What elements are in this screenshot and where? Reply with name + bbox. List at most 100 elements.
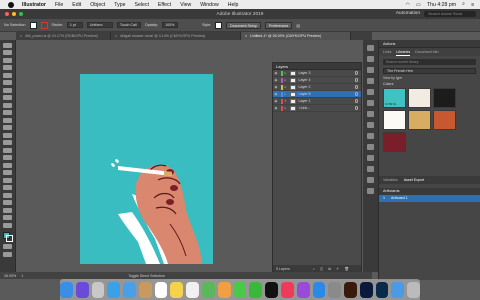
paintbrush-tool-icon[interactable] (3, 95, 12, 100)
layer-row[interactable]: ◉ ▾ Layer 1 (273, 98, 361, 105)
brush-select[interactable]: Touch Call (116, 22, 141, 28)
tab-libraries[interactable]: Libraries (396, 48, 411, 56)
stroke-profile-select[interactable]: Uniform (86, 22, 113, 28)
menu-object[interactable]: Object (90, 2, 105, 8)
rectangle-tool-icon[interactable] (3, 87, 12, 93)
dock-trash-icon[interactable] (407, 281, 420, 298)
target-circle-icon[interactable] (354, 99, 358, 103)
opacity-field[interactable]: 100% (162, 22, 179, 28)
dock-maps-icon[interactable] (202, 281, 215, 298)
menu-help[interactable]: Help (228, 2, 239, 8)
view-by-select[interactable]: View by type (383, 76, 476, 80)
eraser-tool-icon[interactable] (3, 110, 12, 115)
workspace-switcher[interactable]: Automation (396, 11, 420, 16)
align-panel-icon[interactable] (367, 144, 374, 150)
curvature-tool-icon[interactable] (3, 65, 12, 70)
colors-section-label[interactable]: Colors (383, 82, 476, 86)
artboards-title[interactable]: Artboards (379, 188, 480, 195)
menu-type[interactable]: Type (114, 2, 125, 8)
dock-messages-icon[interactable] (233, 281, 247, 298)
selection-tool-icon[interactable] (3, 42, 12, 48)
symbols-panel-icon[interactable] (367, 78, 374, 84)
zoom-select[interactable]: 26.93% (4, 274, 16, 278)
mesh-tool-icon[interactable] (3, 162, 12, 168)
swatches-panel-icon[interactable] (367, 56, 374, 62)
artboard[interactable] (80, 74, 213, 264)
transparency-panel-icon[interactable] (367, 111, 374, 117)
dock-contacts-icon[interactable] (138, 281, 152, 298)
pathfinder-panel-icon[interactable] (367, 155, 374, 161)
scale-tool-icon[interactable] (3, 125, 12, 130)
menu-effect[interactable]: Effect (158, 2, 171, 8)
dock-tv-icon[interactable] (265, 281, 278, 298)
target-circle-icon[interactable] (354, 71, 358, 75)
dock-safari-icon[interactable] (107, 281, 121, 298)
dock-facetime-icon[interactable] (249, 281, 263, 298)
pen-tool-icon[interactable] (3, 57, 12, 63)
delete-layer-icon[interactable]: 🗑 (344, 267, 349, 271)
visibility-eye-icon[interactable]: ◉ (273, 78, 279, 82)
zoom-tool-icon[interactable] (3, 222, 12, 228)
dock-photos-icon[interactable] (217, 281, 231, 298)
layer-row[interactable]: ◉ ▸ Layer 3 (273, 70, 361, 77)
new-layer-icon[interactable]: ＋ (336, 267, 340, 272)
visibility-eye-icon[interactable]: ◉ (273, 85, 279, 89)
target-circle-icon[interactable] (354, 85, 358, 89)
dock-podcasts-icon[interactable] (296, 281, 310, 298)
layers-panel-icon[interactable] (367, 188, 374, 194)
type-tool-icon[interactable] (3, 72, 12, 78)
menu-app[interactable]: Illustrator (22, 2, 46, 8)
direct-selection-tool-icon[interactable] (3, 50, 12, 55)
character-panel-icon[interactable] (367, 177, 374, 183)
fill-stroke-indicator[interactable] (2, 231, 13, 242)
appearance-panel-icon[interactable] (367, 122, 374, 128)
eyedropper-tool-icon[interactable] (3, 177, 12, 183)
canvas[interactable] (16, 40, 272, 272)
dock-system-preferences-icon[interactable] (328, 281, 342, 298)
stroke-panel-icon[interactable] (367, 89, 374, 95)
free-transform-tool-icon[interactable] (3, 140, 12, 145)
wifi-icon[interactable]: ◠ (406, 2, 411, 8)
graph-tool-icon[interactable] (3, 200, 12, 205)
stroke-swatch[interactable] (40, 21, 48, 29)
dock-illustrator-icon[interactable] (344, 281, 357, 298)
new-sublayer-icon[interactable]: ⧉ (328, 267, 331, 271)
dock-launchpad-icon[interactable] (91, 281, 105, 298)
layer-name[interactable]: Layer 4 (299, 78, 355, 82)
close-tab-icon[interactable]: × (115, 32, 117, 40)
layer-row[interactable]: ◉ ▸ Layer 5 (273, 91, 361, 98)
visibility-eye-icon[interactable]: ◉ (273, 71, 279, 75)
tab-links[interactable]: Links (383, 48, 391, 56)
close-window-button[interactable] (5, 12, 9, 16)
color-panel-icon[interactable] (367, 45, 374, 51)
close-tab-icon[interactable]: × (245, 32, 247, 40)
graphic-style-swatch[interactable] (215, 21, 223, 29)
artboard-tool-icon[interactable] (3, 207, 12, 213)
blend-tool-icon[interactable] (3, 185, 12, 190)
dock-lightroom-icon[interactable] (375, 281, 389, 298)
width-tool-icon[interactable] (3, 132, 12, 138)
library-color-swatch[interactable] (433, 88, 456, 108)
shape-builder-tool-icon[interactable] (3, 147, 12, 153)
visibility-eye-icon[interactable]: ◉ (273, 92, 279, 96)
layer-row[interactable]: ◉ ▸ Layer 4 (273, 77, 361, 84)
rotate-tool-icon[interactable] (3, 117, 12, 123)
visibility-eye-icon[interactable]: ◉ (273, 106, 279, 110)
stock-search-input[interactable]: Search Adobe Stock (424, 11, 476, 17)
zoom-window-button[interactable] (19, 12, 23, 16)
layer-row[interactable]: ◉ ▸ <Link... (273, 105, 361, 112)
layers-panel-title[interactable]: Layers (273, 63, 361, 70)
gradient-tool-icon[interactable] (3, 170, 12, 175)
document-setup-button[interactable]: Document Setup (226, 21, 261, 29)
make-clipping-mask-icon[interactable]: ◫ (320, 267, 323, 271)
dock-photoshop-icon[interactable] (359, 281, 373, 298)
target-circle-icon[interactable] (354, 106, 358, 110)
dock-reminders-icon[interactable] (186, 281, 200, 298)
tab-asset-export[interactable]: Asset Export (404, 176, 424, 184)
dock-siri-icon[interactable] (75, 281, 89, 298)
tab-document-info[interactable]: Document Info (415, 48, 438, 56)
minimize-window-button[interactable] (12, 12, 16, 16)
dock-folder-icon[interactable] (391, 281, 405, 298)
arrange-icon[interactable]: ▤ (296, 23, 300, 28)
layer-name[interactable]: <Link... (299, 106, 355, 110)
